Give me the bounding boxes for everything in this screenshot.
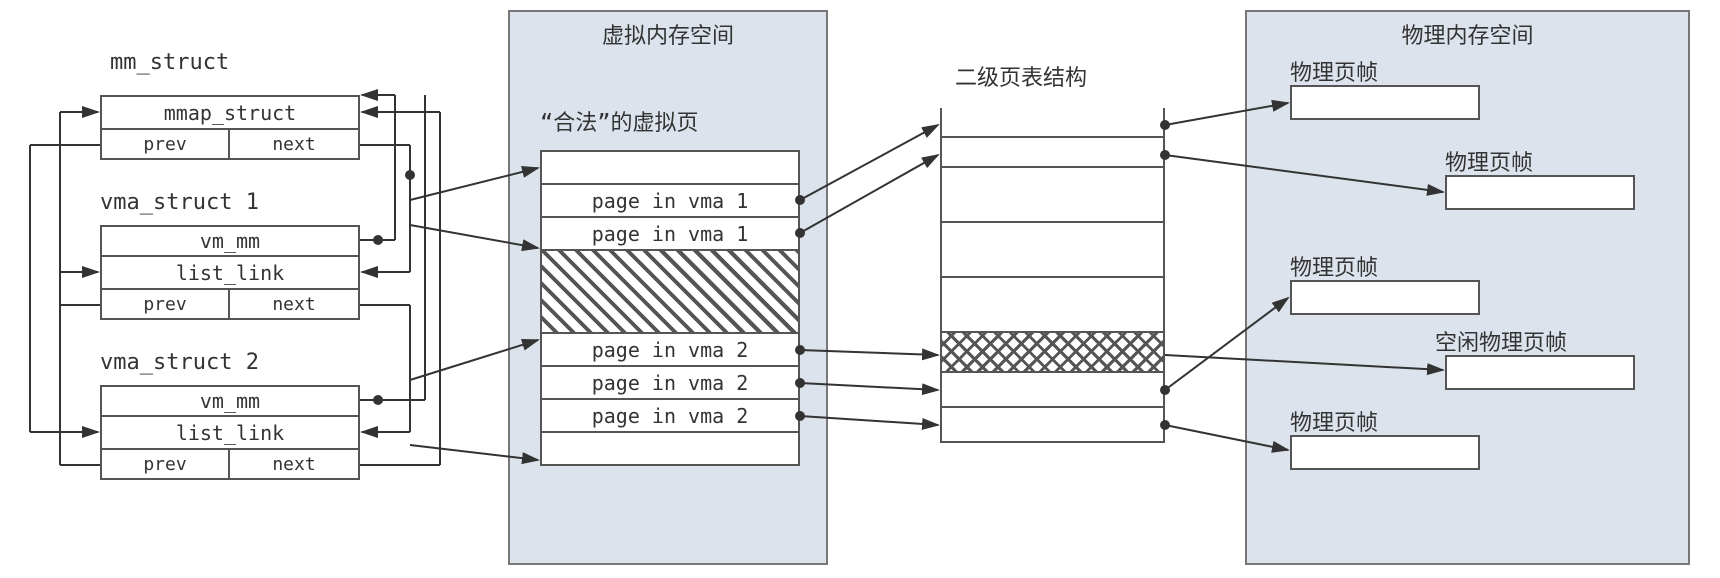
vpage-gap — [540, 249, 800, 334]
pframe-4 — [1290, 435, 1480, 470]
mmap-next: next — [230, 130, 358, 158]
pt-row-3 — [940, 223, 1165, 278]
mmap-prev-next: prev next — [100, 128, 360, 160]
vma2-title: vma_struct 2 — [100, 350, 259, 375]
pt-row-1 — [940, 138, 1165, 168]
vma1-vm-mm: vm_mm — [100, 225, 360, 257]
vpage-6 — [540, 431, 800, 466]
vma1-prev: prev — [102, 290, 230, 318]
mmap-prev: prev — [102, 130, 230, 158]
vpage-4: page in vma 2 — [540, 365, 800, 400]
vma2-prev: prev — [102, 450, 230, 478]
vpage-3: page in vma 2 — [540, 332, 800, 367]
pt-row-5 — [940, 373, 1165, 408]
vpage-5: page in vma 2 — [540, 398, 800, 433]
pframe-label-0: 物理页帧 — [1290, 55, 1378, 87]
pframe-label-3: 空闲物理页帧 — [1435, 325, 1567, 357]
vpanel-subtitle: “合法”的虚拟页 — [540, 105, 699, 137]
pt-row-2 — [940, 168, 1165, 223]
pframe-1 — [1445, 175, 1635, 210]
pt-row-0 — [940, 108, 1165, 138]
vpage-1: page in vma 1 — [540, 183, 800, 218]
pframe-label-1: 物理页帧 — [1445, 145, 1533, 177]
vma2-list-link: list_link — [100, 415, 360, 450]
vpanel-title: 虚拟内存空间 — [510, 12, 826, 56]
vma1-next: next — [230, 290, 358, 318]
vma1-prev-next: prev next — [100, 288, 360, 320]
pframe-3 — [1445, 355, 1635, 390]
pframe-2 — [1290, 280, 1480, 315]
vpage-0 — [540, 150, 800, 185]
pframe-label-2: 物理页帧 — [1290, 250, 1378, 282]
vma1-title: vma_struct 1 — [100, 190, 259, 215]
pframe-0 — [1290, 85, 1480, 120]
pt-row-6 — [940, 408, 1165, 443]
mm-struct-title: mm_struct — [110, 50, 229, 75]
ppanel-title: 物理内存空间 — [1247, 12, 1688, 56]
pt-row-swap — [940, 333, 1165, 373]
vma2-next: next — [230, 450, 358, 478]
pframe-label-4: 物理页帧 — [1290, 405, 1378, 437]
mmap-struct-label: mmap_struct — [100, 95, 360, 130]
vpage-2: page in vma 1 — [540, 216, 800, 251]
vma2-prev-next: prev next — [100, 448, 360, 480]
ptable-title: 二级页表结构 — [955, 60, 1087, 92]
vma2-vm-mm: vm_mm — [100, 385, 360, 417]
pt-row-4 — [940, 278, 1165, 333]
vma1-list-link: list_link — [100, 255, 360, 290]
